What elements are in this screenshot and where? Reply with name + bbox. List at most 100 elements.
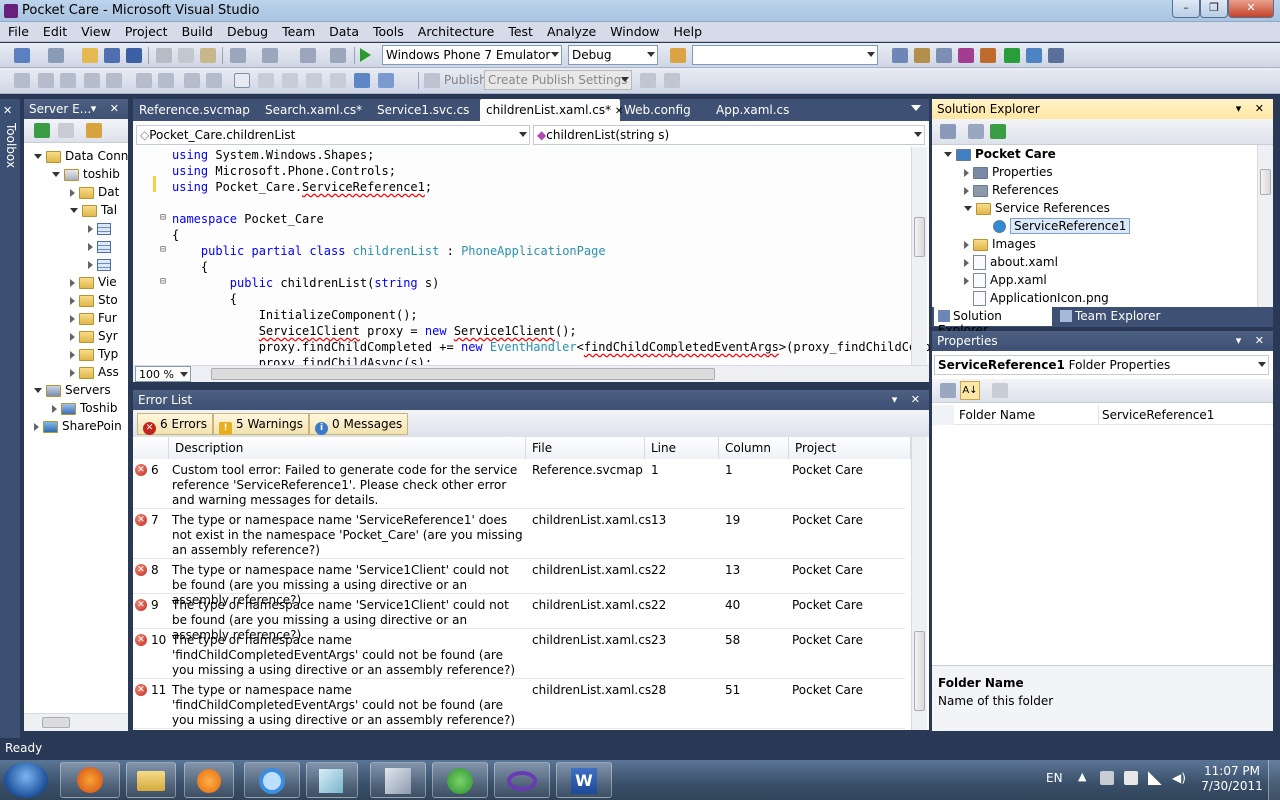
decrease-indent-icon[interactable] [136,73,152,88]
menu-tools[interactable]: Tools [365,22,410,39]
error-row[interactable]: ✕ 8 The type or namespace name 'Service1Cl… [133,559,905,607]
solution-tree-item[interactable]: Properties [964,163,1053,181]
expand-arrow-icon[interactable] [70,332,75,341]
stop-icon[interactable] [58,123,74,138]
server-explorer-hscroll[interactable] [24,713,128,731]
scroll-thumb[interactable] [1260,169,1271,195]
menu-analyze[interactable]: Analyze [539,22,602,39]
menu-build[interactable]: Build [174,22,219,39]
errors-filter-button[interactable]: ✕ 6 Errors [137,413,213,435]
messages-filter-button[interactable]: i 0 Messages [309,413,409,435]
expand-arrow-icon[interactable] [70,368,75,377]
tab-reference-svcmap[interactable]: Reference.svcmap [133,99,256,121]
menu-help[interactable]: Help [666,22,709,39]
menu-debug[interactable]: Debug [219,22,274,39]
start-debugging-icon[interactable] [360,48,371,62]
alphabetical-icon[interactable]: A↓ [960,381,980,400]
server-explorer-item[interactable] [88,219,115,237]
list-members-icon[interactable] [106,73,122,88]
new-project-icon[interactable] [14,48,30,63]
code-editor[interactable]: ◇Pocket_Care.childrenList ◆childrenList(… [133,121,931,382]
minimize-button[interactable]: – [1172,0,1200,18]
taskbar-word-icon[interactable]: W [556,762,612,798]
navigate-forward-icon[interactable] [330,48,346,63]
paste-icon[interactable] [200,48,216,63]
extension-manager-icon[interactable] [1026,48,1042,63]
property-row[interactable]: Folder Name ServiceReference1 [932,405,1273,425]
expand-arrow-icon[interactable] [70,296,75,305]
language-indicator[interactable]: EN [1046,771,1063,785]
warnings-filter-button[interactable]: ! 5 Warnings [213,413,310,435]
solution-tree-item[interactable]: Images [964,235,1036,253]
solution-tree-item[interactable]: Service References [964,199,1110,217]
tab-search-xaml-cs[interactable]: Search.xaml.cs* [259,99,368,121]
solution-tree-item[interactable]: References [964,181,1059,199]
scroll-thumb[interactable] [914,631,925,711]
server-explorer-item[interactable]: Typ [70,345,118,363]
maximize-button[interactable]: ❐ [1200,0,1228,18]
taskbar-visual-studio-icon[interactable] [494,762,550,798]
server-explorer-item[interactable]: Vie [70,273,117,291]
server-explorer-item[interactable]: Data Conn [34,147,128,165]
save-icon[interactable] [104,48,120,63]
expand-arrow-icon[interactable] [70,350,75,359]
pane-pin-icon[interactable]: ▾ ✕ [91,102,124,115]
expand-arrow-icon[interactable] [70,278,75,287]
collapse-arrow-icon[interactable] [52,172,60,177]
solution-tree-item[interactable]: about.xaml [964,253,1058,271]
toggle-bookmark-icon[interactable] [234,73,250,88]
tab-web-config[interactable]: Web.config [618,99,697,121]
expand-arrow-icon[interactable] [70,188,75,197]
format-icon[interactable] [84,73,100,88]
comment-lines-icon[interactable] [184,73,200,88]
server-explorer-item[interactable]: Tal [70,201,117,219]
uncomment-icon[interactable] [38,73,54,88]
expand-arrow-icon[interactable] [34,422,39,431]
toolbox-icon[interactable] [958,48,974,63]
start-button-icon[interactable] [4,762,48,798]
increase-indent-icon[interactable] [158,73,174,88]
collapse-arrow-icon[interactable] [944,152,952,157]
connect-database-icon[interactable] [86,123,102,138]
server-explorer-item[interactable]: Syr [70,327,118,345]
property-pages-icon[interactable] [992,383,1008,398]
menu-view[interactable]: View [73,22,117,39]
redo-icon[interactable] [262,48,278,63]
solution-explorer-vscroll[interactable] [1257,145,1273,307]
expand-arrow-icon[interactable] [52,404,57,413]
error-list-vscroll[interactable] [911,437,927,730]
taskbar-explorer-icon[interactable] [126,762,176,798]
column-header-line[interactable]: Line [645,437,719,459]
solution-explorer-icon[interactable] [892,48,908,63]
tools-icon[interactable] [980,48,996,63]
error-row[interactable]: ✕ 10 The type or namespace name 'findChild… [133,629,905,679]
properties-window-icon[interactable] [914,48,930,63]
show-hidden-icons-icon[interactable]: ▲ [1078,770,1086,783]
expand-arrow-icon[interactable] [88,224,93,233]
menu-data[interactable]: Data [321,22,365,39]
close-button[interactable]: ✕ [1228,0,1274,18]
server-explorer-item[interactable] [88,255,115,273]
property-value[interactable]: ServiceReference1 [1102,408,1214,422]
solution-tree-item[interactable]: Pocket Care [944,145,1056,163]
collapse-arrow-icon[interactable] [70,208,78,213]
server-explorer-item[interactable]: Fur [70,309,117,327]
publish-web-icon[interactable] [640,73,656,88]
clear-bookmarks-icon[interactable] [378,73,394,88]
editor-hscroll-thumb[interactable] [211,368,715,380]
publish-options-icon[interactable] [664,73,680,88]
collapse-class-icon[interactable]: ⊟ [160,244,166,255]
expand-arrow-icon[interactable] [70,314,75,323]
collapse-arrow-icon[interactable] [964,206,972,211]
expand-arrow-icon[interactable] [964,258,969,267]
collapse-arrow-icon[interactable] [34,388,42,393]
find-combo[interactable] [692,45,878,65]
pane-pin-icon[interactable]: ▾ ✕ [892,393,925,406]
menu-project[interactable]: Project [117,22,174,39]
editor-vscroll[interactable] [911,147,927,365]
zoom-select[interactable]: 100 % [135,366,191,382]
taskbar-messenger-icon[interactable] [432,762,488,798]
tab-childrenlist-xaml-cs[interactable]: childrenList.xaml.cs* ✕ [480,99,623,121]
refresh-icon[interactable] [990,124,1006,139]
bookmark-icon[interactable] [60,73,76,88]
